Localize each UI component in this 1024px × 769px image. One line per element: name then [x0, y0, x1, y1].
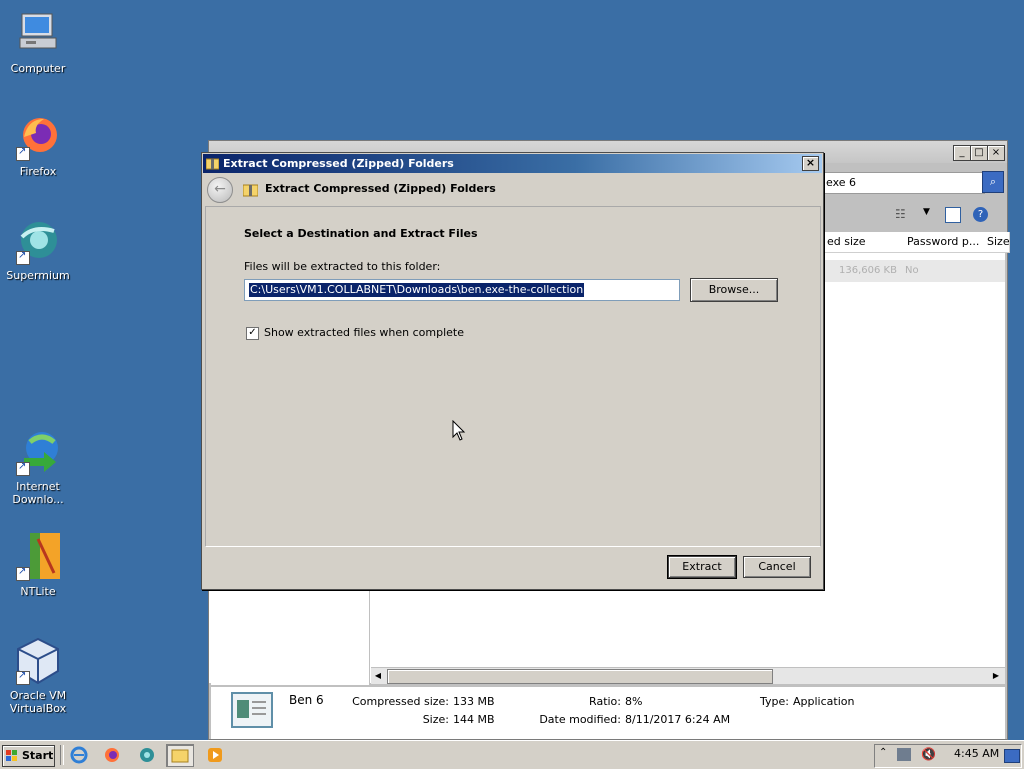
start-label: Start: [22, 749, 54, 762]
back-button[interactable]: ←: [207, 177, 233, 203]
column-header-compressed-size[interactable]: ed size: [823, 232, 904, 253]
clock[interactable]: 4:45 AM: [954, 747, 999, 760]
start-button[interactable]: Start: [2, 745, 55, 767]
destination-path-value: C:\Users\VM1.COLLABNET\Downloads\ben.exe…: [249, 283, 585, 297]
windows-logo-icon: [6, 750, 17, 761]
desktop-icon-label: Firefox: [19, 165, 57, 178]
minimize-button[interactable]: _: [953, 145, 971, 161]
desktop-icon-internet-download-manager[interactable]: Internet Downlo...: [0, 428, 76, 506]
details-file-name: Ben 6: [289, 693, 324, 707]
details-size: 144 MB: [453, 713, 495, 726]
extract-button[interactable]: Extract: [668, 556, 736, 578]
dialog-content: Select a Destination and Extract Files F…: [205, 206, 821, 547]
supermium-icon: [14, 217, 62, 265]
help-icon[interactable]: ?: [973, 207, 988, 222]
internet-download-manager-icon: [14, 428, 62, 476]
dialog-header-title: Extract Compressed (Zipped) Folders: [265, 182, 496, 195]
computer-icon: [14, 10, 62, 58]
search-icon[interactable]: ⌕: [982, 171, 1004, 193]
explorer-taskbar-button[interactable]: [166, 744, 194, 767]
desktop-icon-label: Computer: [10, 62, 66, 75]
taskbar: Start ⌃ 🔇: [0, 740, 1024, 769]
row-password: No: [905, 265, 919, 276]
details-compressed-size-label: Compressed size:: [352, 695, 449, 708]
maximize-button[interactable]: □: [970, 145, 988, 161]
desktop-icon-label: Supermium: [6, 269, 70, 282]
preview-pane-icon[interactable]: [945, 207, 961, 223]
shortcut-arrow-icon: [16, 249, 30, 265]
details-pane: Ben 6 Compressed size: 133 MB Size: 144 …: [211, 686, 1005, 739]
column-header-size[interactable]: Size: [983, 232, 1010, 253]
virtualbox-icon: [14, 637, 62, 685]
desktop-icon-ntlite[interactable]: NTLite: [0, 533, 76, 598]
show-extracted-files-label[interactable]: Show extracted files when complete: [264, 326, 464, 339]
system-tray: ⌃ 🔇: [874, 744, 1022, 768]
details-size-label: Size:: [422, 713, 449, 726]
details-date-label: Date modified:: [539, 713, 621, 726]
details-date: 8/11/2017 6:24 AM: [625, 713, 731, 726]
details-ratio: 8%: [625, 695, 643, 708]
desktop-icon-supermium[interactable]: Supermium: [0, 217, 76, 282]
scroll-right-icon[interactable]: ▶: [989, 669, 1003, 683]
scroll-left-icon[interactable]: ◀: [371, 669, 385, 683]
media-player-icon[interactable]: [206, 746, 224, 764]
desktop-icon-computer[interactable]: Computer: [0, 10, 76, 75]
section-title: Select a Destination and Extract Files: [244, 227, 478, 240]
desktop-icon-label: Internet Downlo...: [12, 480, 64, 506]
shortcut-arrow-icon: [16, 565, 30, 581]
destination-label: Files will be extracted to this folder:: [244, 260, 441, 273]
zip-folder-icon: [205, 157, 220, 176]
navigation-pane[interactable]: [211, 589, 370, 685]
volume-muted-icon[interactable]: 🔇: [921, 747, 936, 761]
close-button[interactable]: ×: [987, 145, 1005, 161]
shortcut-arrow-icon: [16, 669, 30, 685]
firefox-taskbar-icon[interactable]: [103, 746, 121, 764]
desktop-icon-virtualbox[interactable]: Oracle VM VirtualBox: [0, 637, 76, 715]
network-icon[interactable]: [897, 748, 911, 761]
dialog-title-bar[interactable]: Extract Compressed (Zipped) Folders ×: [203, 154, 822, 173]
details-type: Application: [793, 695, 855, 708]
dialog-header: ← Extract Compressed (Zipped) Folders: [205, 175, 820, 205]
ntlite-icon: [14, 533, 62, 581]
desktop-icon-firefox[interactable]: Firefox: [0, 113, 76, 178]
row-compressed-size: 136,606 KB: [839, 265, 897, 276]
views-icon[interactable]: ☷: [895, 207, 906, 221]
desktop-icon-label: NTLite: [20, 585, 56, 598]
shortcut-arrow-icon: [16, 145, 30, 161]
desktop-icon-label: Oracle VM VirtualBox: [9, 689, 67, 715]
dialog-title: Extract Compressed (Zipped) Folders: [223, 157, 454, 170]
application-file-icon: [231, 692, 273, 728]
shortcut-arrow-icon: [16, 460, 30, 476]
chevron-down-icon[interactable]: ▼: [923, 207, 930, 221]
folder-icon: [171, 749, 189, 763]
mouse-cursor-icon: [452, 419, 466, 445]
column-header-password[interactable]: Password p...: [903, 232, 984, 253]
details-ratio-label: Ratio:: [589, 695, 621, 708]
file-row[interactable]: 136,606 KB No: [823, 260, 1005, 282]
internet-explorer-icon[interactable]: [70, 746, 88, 764]
cancel-button[interactable]: Cancel: [743, 556, 811, 578]
show-desktop-icon[interactable]: [1004, 749, 1020, 763]
horizontal-scrollbar[interactable]: ◀ ▶: [371, 667, 1005, 684]
supermium-taskbar-icon[interactable]: [138, 746, 156, 764]
destination-path-input[interactable]: C:\Users\VM1.COLLABNET\Downloads\ben.exe…: [244, 279, 680, 301]
details-compressed-size: 133 MB: [453, 695, 495, 708]
firefox-icon: [14, 113, 62, 161]
zip-folder-icon: [242, 182, 259, 200]
extract-dialog[interactable]: Extract Compressed (Zipped) Folders × ← …: [201, 152, 824, 590]
scroll-thumb[interactable]: [387, 669, 773, 684]
browse-button[interactable]: Browse...: [690, 278, 778, 302]
dialog-close-button[interactable]: ×: [802, 156, 819, 171]
search-input[interactable]: exe 6: [823, 172, 985, 194]
details-type-label: Type:: [760, 695, 789, 708]
show-hidden-icons-icon[interactable]: ⌃: [879, 747, 887, 758]
show-extracted-files-checkbox[interactable]: ✓: [246, 327, 259, 340]
